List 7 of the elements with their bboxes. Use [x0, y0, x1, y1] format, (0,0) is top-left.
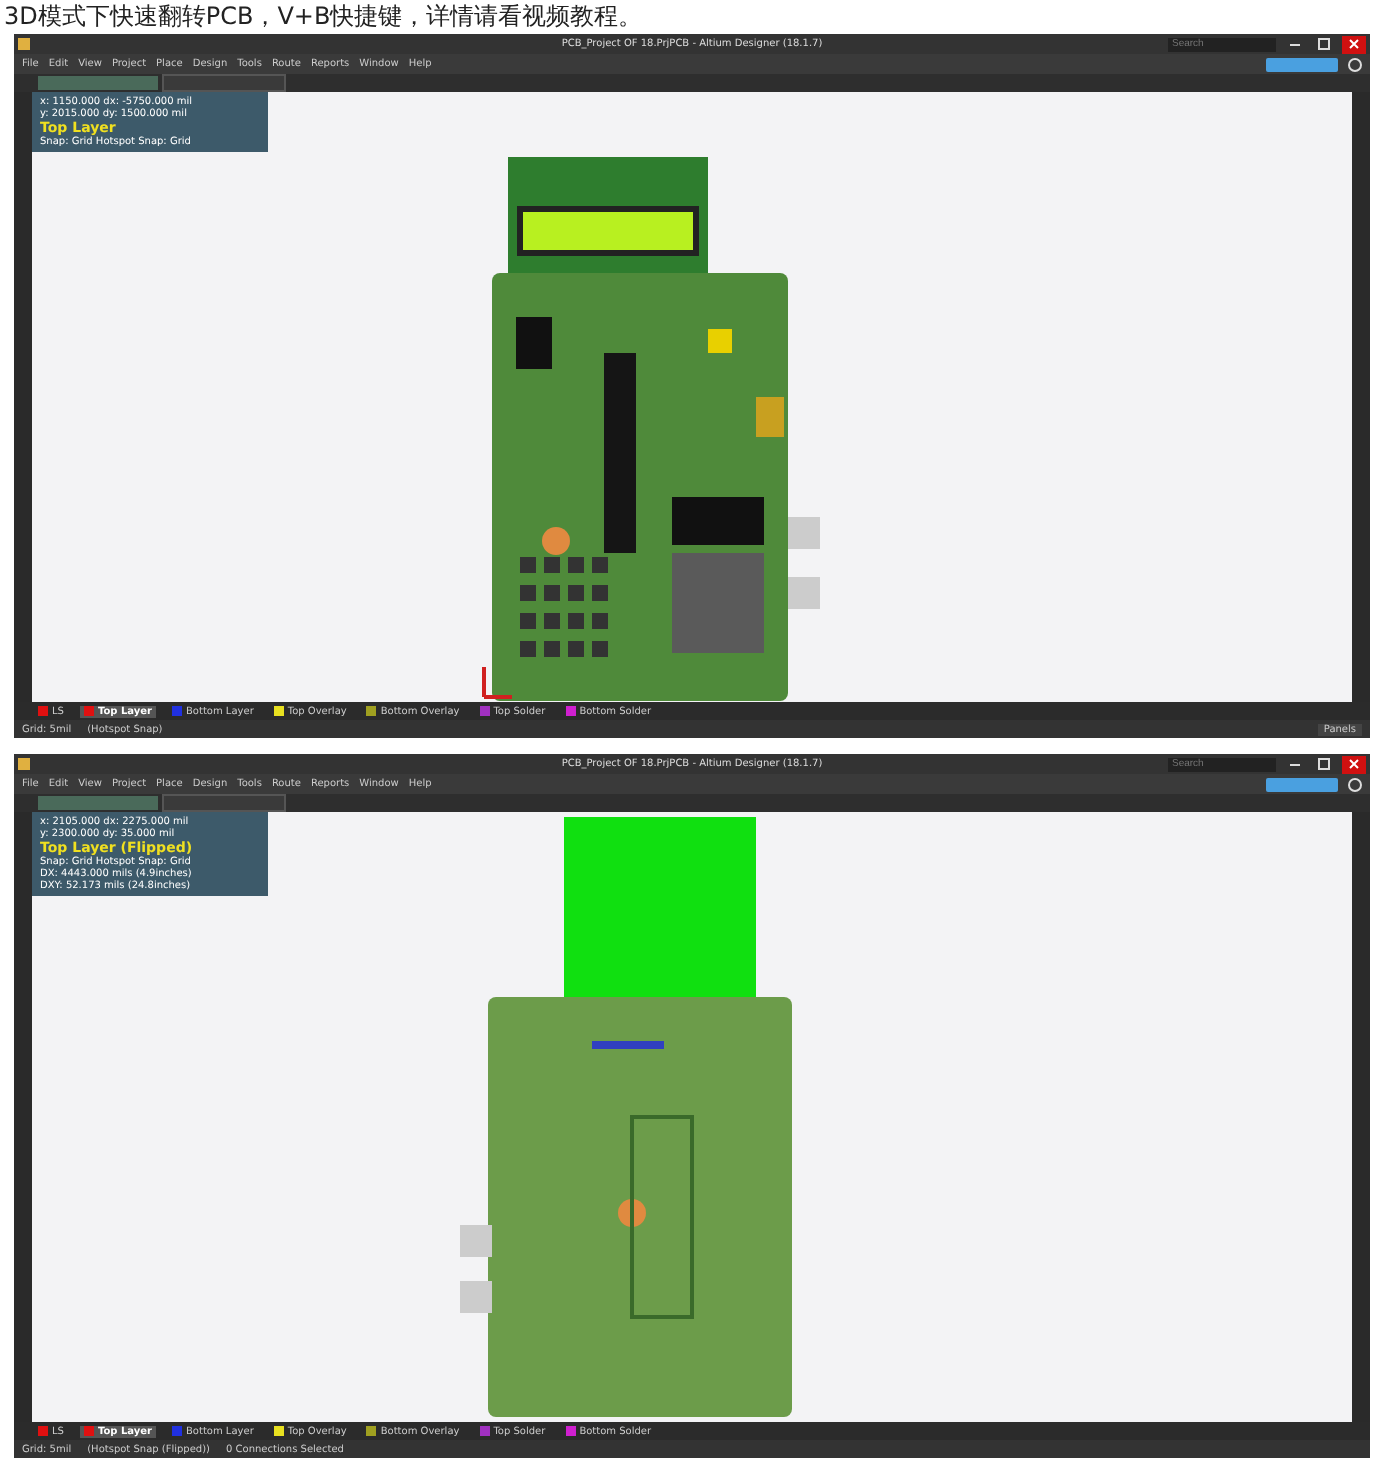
close-icon[interactable]	[1342, 755, 1366, 773]
close-icon[interactable]	[1342, 35, 1366, 53]
maximize-icon[interactable]	[1312, 35, 1336, 53]
app-icon	[18, 38, 30, 50]
maximize-icon[interactable]	[1312, 755, 1336, 773]
caption-text: 3D模式下快速翻转PCB，V+B快捷键，详情请看视频教程。	[4, 0, 645, 34]
app-icon	[18, 758, 30, 770]
